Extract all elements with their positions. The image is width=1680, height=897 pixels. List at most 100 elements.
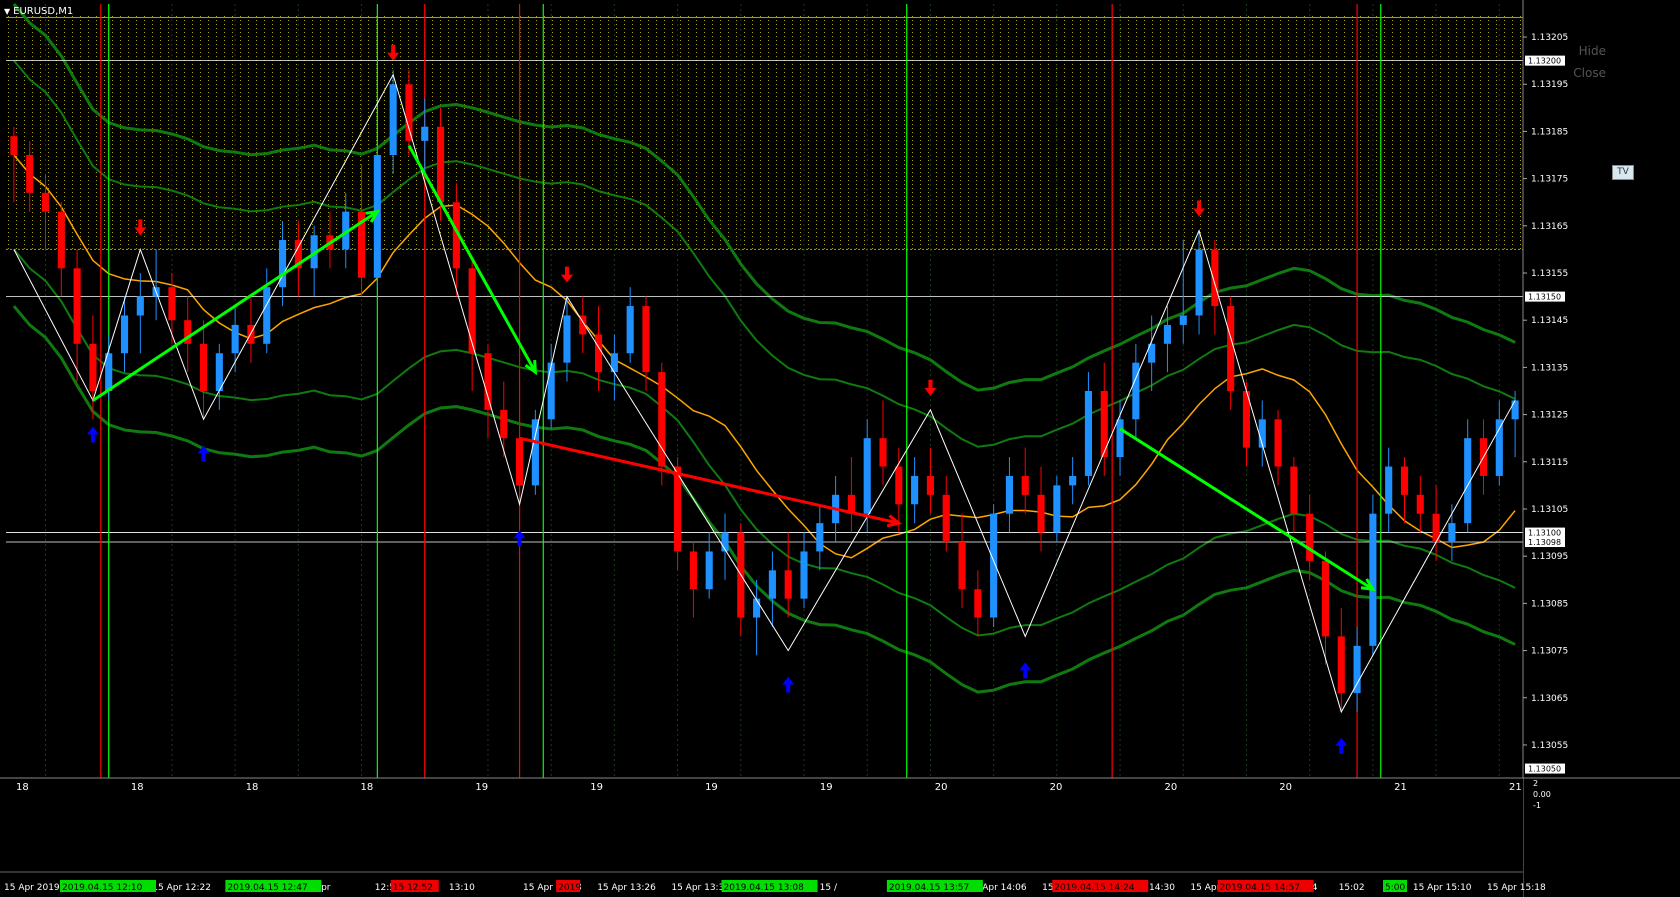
candle [1306,494,1314,580]
candle-body [1511,400,1519,420]
indicator-subwindow [0,778,1523,897]
price-label-text: 1.13150 [1528,293,1561,302]
price-label-text: 1.13100 [1528,529,1561,538]
candle [73,249,81,382]
price-chart[interactable]: 1.13205 1.13195 1.13185 1.13175 1.13165 1.131… [0,0,1680,897]
candle [57,202,65,297]
candle [484,343,492,439]
candle [1258,400,1266,467]
candle-body [437,126,445,203]
candle-body [10,136,18,156]
price-tick-label: 1.13125 [1531,411,1568,421]
candle [1369,494,1377,656]
candle-body [974,589,982,618]
time-axis-label: 15 Apr 15:10 [1413,883,1472,893]
candle-body [895,466,903,505]
candle-body [389,84,397,156]
subwindow-axis-label: 2 [1533,779,1538,788]
candle-body [1290,466,1298,514]
candle-body [468,268,476,354]
candle [310,225,318,297]
candle-body [1227,306,1235,391]
candle [1416,475,1424,533]
candle [800,532,808,609]
candle [1353,626,1361,712]
candle-body [547,362,555,420]
time-badge-label: 2019.04.15 14:57 [1220,883,1300,893]
sell-signal-arrow [924,379,937,396]
candle-body [642,306,650,373]
candle-body [1211,249,1219,307]
candle-body [1385,466,1393,514]
candle-body [1337,636,1345,694]
tv-button[interactable]: TV [1612,165,1634,180]
candle [1005,457,1013,533]
price-tick-label: 1.13085 [1531,599,1568,609]
candle-body [958,542,966,590]
candle-body [199,343,208,391]
time-badge-label: 2019.04.15 12:47 [227,883,307,893]
candle-body [500,409,508,439]
candle-body [89,343,97,391]
candle-body [705,551,713,590]
candle-body [1179,315,1187,325]
candle-body [816,523,824,552]
candle [816,504,824,571]
candle-body [768,570,776,599]
candle-body [531,419,539,486]
price-tick-label: 1.13115 [1531,458,1568,468]
candle [737,523,745,637]
candle-body [863,438,871,514]
subwindow-axis-label: -1 [1533,801,1541,810]
period-label: 19 [590,782,603,793]
time-axis-label: 15:02 [1339,883,1365,893]
title-dropdown-icon[interactable]: ▼ [4,7,10,16]
period-label: 20 [1279,782,1292,793]
candle-body [120,315,129,354]
candle [942,475,950,552]
candle-body [595,334,603,373]
price-tick-label: 1.13175 [1531,175,1568,185]
candle [610,334,618,401]
period-label: 20 [935,782,948,793]
candle-body [1195,249,1203,316]
candle [136,273,144,354]
hide-button[interactable]: Hide [1579,44,1606,58]
buy-signal-arrow [1019,662,1032,679]
candle [215,343,223,410]
candle [721,513,729,580]
price-tick-label: 1.13195 [1531,80,1568,90]
price-tick-label: 1.13145 [1531,316,1568,326]
chart-window[interactable]: 1.13205 1.13195 1.13185 1.13175 1.13165 1.131… [0,0,1680,897]
candle [689,542,697,618]
close-button[interactable]: Close [1573,66,1606,80]
candle [1084,372,1092,486]
period-label: 20 [1050,782,1063,793]
candle [879,400,887,486]
period-label: 19 [705,782,718,793]
candle [1021,447,1029,514]
candle [1037,466,1045,552]
time-badge-label: 2019.04.15 13:08 [724,883,805,893]
candle [1179,239,1187,344]
candle [911,457,919,524]
period-label: 18 [361,782,374,793]
candle [1337,608,1345,712]
candle [1432,485,1440,561]
price-label-text: 1.13098 [1528,538,1561,547]
candle [1290,457,1298,533]
candle [926,447,934,514]
candle-body [753,598,761,618]
price-tick-label: 1.13135 [1531,363,1568,373]
candle [768,551,776,627]
time-badge-label: 15 12:52 [393,883,433,893]
time-badge-label: 2019.04.15 13:57 [889,883,969,893]
candle [784,532,792,618]
candle-body [1416,494,1424,514]
candle [1400,457,1409,524]
candle [1069,457,1077,505]
candle-body [26,155,34,193]
candle-body [1353,645,1361,694]
candle-body [516,438,524,486]
candle [1211,239,1219,335]
